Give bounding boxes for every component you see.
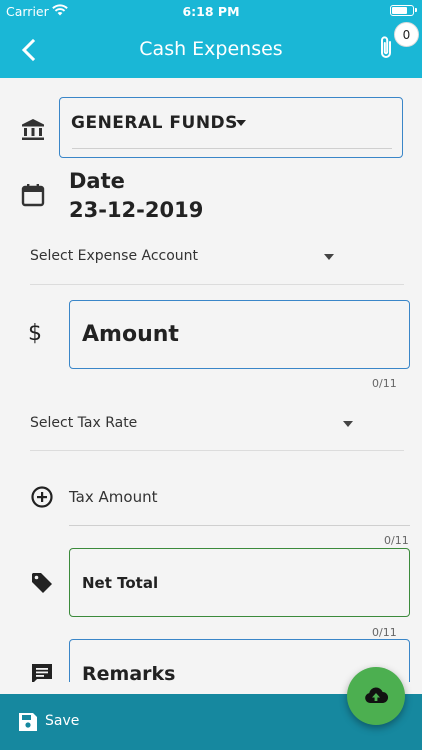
tax-amount-char-counter: 0/11 bbox=[384, 534, 409, 547]
divider bbox=[30, 450, 404, 451]
net-total-placeholder: Net Total bbox=[82, 574, 159, 592]
battery-icon bbox=[390, 5, 417, 16]
comment-icon bbox=[29, 661, 55, 682]
amount-char-counter: 0/11 bbox=[372, 377, 397, 390]
net-total-input[interactable]: Net Total bbox=[69, 548, 410, 617]
remarks-placeholder: Remarks bbox=[82, 663, 176, 682]
amount-input[interactable]: Amount bbox=[69, 300, 410, 369]
add-circle-icon bbox=[29, 484, 55, 510]
chevron-down-icon bbox=[343, 421, 353, 427]
bank-icon bbox=[20, 116, 46, 142]
cloud-upload-icon bbox=[365, 687, 389, 704]
dollar-icon: $ bbox=[28, 321, 42, 346]
date-field[interactable]: 23-12-2019 bbox=[69, 198, 203, 222]
fund-select[interactable]: GENERAL FUNDS bbox=[59, 97, 403, 158]
chevron-down-icon bbox=[324, 254, 334, 260]
save-label: Save bbox=[45, 713, 80, 729]
divider bbox=[69, 525, 410, 526]
tax-amount-input[interactable]: Tax Amount bbox=[69, 488, 157, 506]
tax-rate-placeholder: Select Tax Rate bbox=[30, 415, 138, 431]
tag-icon bbox=[29, 570, 55, 596]
fund-value: GENERAL FUNDS bbox=[71, 113, 238, 133]
status-bar: Carrier 6:18 PM bbox=[0, 0, 422, 22]
amount-placeholder: Amount bbox=[82, 322, 179, 347]
page-title: Cash Expenses bbox=[139, 38, 283, 60]
upload-fab[interactable] bbox=[347, 667, 405, 725]
chevron-down-icon bbox=[236, 120, 246, 126]
save-icon bbox=[19, 713, 37, 731]
expense-form: GENERAL FUNDS Date 23-12-2019 Select Exp… bbox=[0, 78, 422, 682]
divider bbox=[30, 284, 404, 285]
net-total-char-counter: 0/11 bbox=[372, 626, 397, 639]
expense-account-select[interactable]: Select Expense Account bbox=[30, 248, 404, 264]
expense-account-placeholder: Select Expense Account bbox=[30, 248, 199, 264]
calendar-icon bbox=[20, 182, 46, 208]
app-header: Carrier 6:18 PM Cash Expenses 0 bbox=[0, 0, 422, 78]
fund-underline bbox=[72, 148, 392, 149]
paperclip-icon[interactable] bbox=[376, 34, 396, 62]
date-label: Date bbox=[69, 169, 125, 193]
tax-rate-select[interactable]: Select Tax Rate bbox=[30, 415, 404, 431]
attachment-count-badge[interactable]: 0 bbox=[394, 22, 419, 47]
status-time: 6:18 PM bbox=[182, 4, 240, 19]
